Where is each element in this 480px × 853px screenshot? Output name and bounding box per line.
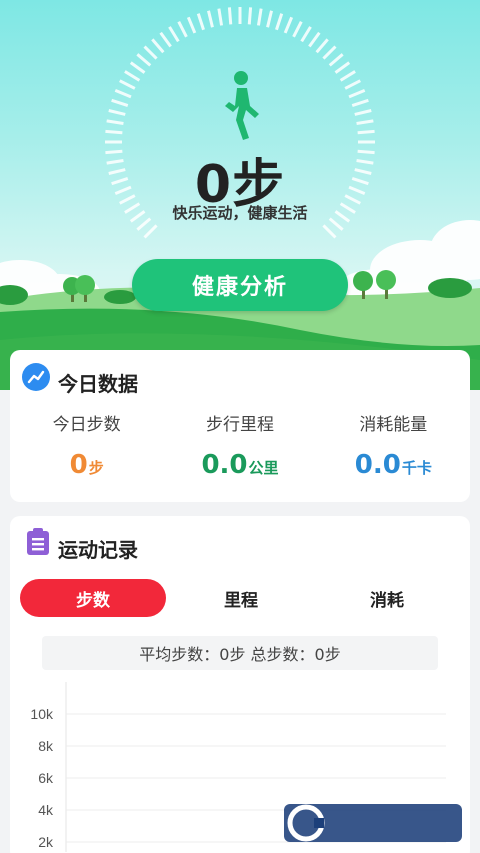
dial-tick: [129, 61, 146, 74]
dial-tick: [339, 70, 356, 82]
stat-value: 0.0千卡: [354, 450, 432, 480]
records-title: 运动记录: [58, 538, 138, 562]
dial-tick: [143, 45, 158, 60]
today-stats: 今日步数 0步 步行里程 0.0公里 消耗能量 0.0千卡: [10, 410, 470, 480]
stat-steps: 今日步数 0步: [10, 410, 163, 480]
dial-tick: [159, 31, 172, 48]
dial-tick: [328, 53, 344, 67]
stat-value: 0.0公里: [201, 450, 279, 480]
dial-tick: [322, 224, 337, 239]
tab-distance[interactable]: 里程: [168, 579, 314, 617]
health-analysis-button[interactable]: 健康分析: [132, 259, 348, 311]
y-tick-label: 2k: [38, 834, 54, 850]
dial-tick: [111, 98, 129, 107]
dial-tick: [114, 88, 132, 99]
dial-tick: [357, 129, 375, 135]
records-tabs: 步数 里程 消耗: [20, 579, 460, 617]
dial-tick: [124, 70, 141, 82]
walking-person-icon: [225, 71, 259, 140]
stat-value: 0步: [69, 450, 104, 480]
stat-energy: 消耗能量 0.0千卡: [317, 410, 470, 480]
tab-calories[interactable]: 消耗: [314, 579, 460, 617]
today-data-card: 今日数据 今日步数 0步 步行里程 0.0公里 消耗能量 0.0千卡: [10, 350, 470, 502]
dial-tick: [348, 88, 366, 99]
dial-tick: [168, 26, 180, 43]
dial-tick: [105, 129, 123, 135]
dial-tick: [315, 38, 329, 54]
hero-section: 0步 快乐运动，健康生活 健康分析: [0, 0, 480, 390]
dial-tick: [354, 109, 372, 116]
steps-summary: 平均步数：0步 总步数：0步: [42, 636, 438, 670]
tab-steps[interactable]: 步数: [20, 579, 166, 617]
dial-tick: [186, 16, 197, 34]
dial-tick: [119, 79, 136, 90]
stat-label: 步行里程: [205, 415, 274, 435]
y-tick-label: 10k: [30, 706, 54, 722]
y-tick-label: 4k: [38, 802, 54, 818]
dial-tick: [256, 8, 263, 26]
dial-tick: [108, 109, 126, 116]
dial-tick: [227, 7, 233, 25]
dial-tick: [283, 16, 294, 34]
dial-tick: [247, 7, 253, 25]
dial-tick: [275, 13, 284, 31]
dial-tick: [300, 26, 312, 43]
dial-tick: [308, 31, 321, 48]
trend-icon: [22, 363, 50, 391]
stat-label: 今日步数: [52, 415, 121, 435]
dial-tick: [143, 224, 158, 239]
y-tick-label: 8k: [38, 738, 54, 754]
dial-tick: [292, 21, 303, 38]
dial-tick: [207, 10, 214, 28]
dial-tick: [334, 61, 351, 74]
dial-tick: [136, 53, 152, 67]
stat-distance: 步行里程 0.0公里: [163, 410, 316, 480]
dial-tick: [344, 79, 361, 90]
watermark-logo: [284, 804, 462, 842]
clipboard-icon: [27, 528, 49, 555]
dial-tick: [151, 38, 165, 54]
dial-tick: [177, 21, 188, 38]
today-data-title: 今日数据: [58, 372, 138, 396]
dial-tick: [106, 119, 124, 126]
dial-tick: [356, 119, 374, 126]
dial-tick: [266, 10, 273, 28]
y-tick-label: 6k: [38, 770, 54, 786]
dial-tick: [351, 98, 369, 107]
slogan: 快乐运动，健康生活: [172, 204, 308, 222]
dial-tick: [196, 13, 205, 31]
stat-label: 消耗能量: [359, 415, 428, 435]
dial-tick: [322, 45, 337, 60]
dial-tick: [217, 8, 224, 26]
